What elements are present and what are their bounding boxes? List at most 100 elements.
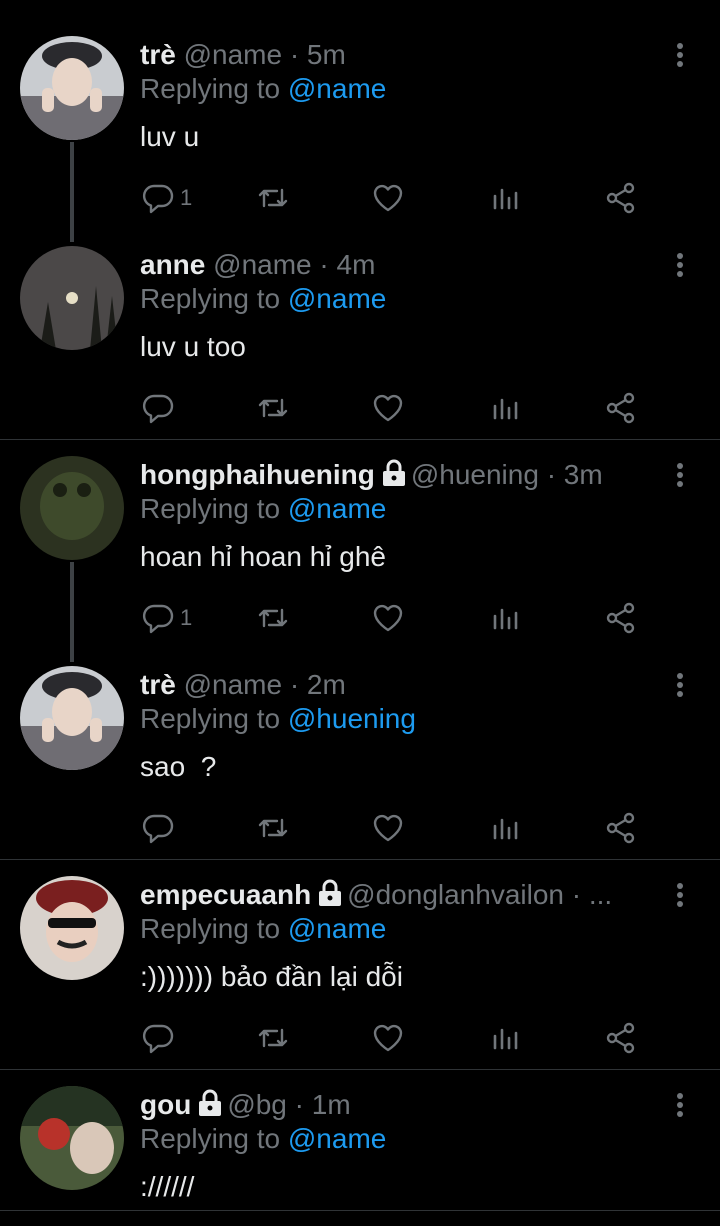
mention-link[interactable]: @name <box>288 73 386 104</box>
tweet-body: empecuaanh @donglanhvailon · ... Replying… <box>140 878 660 994</box>
like-button[interactable] <box>372 598 404 638</box>
replying-to-label: Replying to <box>140 283 281 314</box>
share-button[interactable] <box>604 388 638 428</box>
handle[interactable]: @name <box>184 669 282 700</box>
analytics-icon <box>493 188 518 210</box>
more-vertical-icon[interactable] <box>670 1090 690 1120</box>
like-button[interactable] <box>372 178 404 218</box>
handle[interactable]: @huening <box>411 459 539 490</box>
mention-link[interactable]: @name <box>288 913 386 944</box>
analytics-icon <box>493 1028 518 1050</box>
timestamp[interactable]: · 2m <box>290 669 346 700</box>
timestamp[interactable]: · 4m <box>319 249 375 280</box>
tweet-body: trè @name · 2m Replying to @huening sao … <box>140 668 660 784</box>
replying-to-label: Replying to <box>140 1123 281 1154</box>
reply-button[interactable] <box>142 808 180 848</box>
more-vertical-icon[interactable] <box>670 460 690 490</box>
mention-link[interactable]: @name <box>288 493 386 524</box>
avatar[interactable] <box>20 876 124 980</box>
timestamp[interactable]: · ... <box>572 879 612 910</box>
reply-icon <box>142 604 174 634</box>
display-name[interactable]: trè <box>140 669 176 700</box>
analytics-button[interactable] <box>490 1018 522 1058</box>
analytics-button[interactable] <box>490 598 522 638</box>
tweet[interactable]: anne @name · 4m Replying to @name luv u … <box>0 246 720 440</box>
tweet-text: hoan hỉ hoan hỉ ghê <box>140 541 386 572</box>
reply-button[interactable]: 1 <box>142 178 192 218</box>
more-vertical-icon[interactable] <box>670 670 690 700</box>
avatar[interactable] <box>20 666 124 770</box>
heart-icon <box>373 1024 403 1052</box>
tweet-text: :////// <box>140 1171 195 1202</box>
display-name[interactable]: gou <box>140 1089 191 1120</box>
tweet-text: luv u too <box>140 331 246 362</box>
share-button[interactable] <box>604 808 638 848</box>
replying-to: Replying to @huening <box>140 702 660 736</box>
like-button[interactable] <box>372 388 404 428</box>
mention-link[interactable]: @name <box>288 283 386 314</box>
reply-button[interactable]: 1 <box>142 598 192 638</box>
retweet-button[interactable] <box>256 178 290 218</box>
replying-to: Replying to @name <box>140 282 660 316</box>
tweet[interactable]: hongphaihuening @huening · 3m Replying to… <box>0 456 720 666</box>
replying-to-label: Replying to <box>140 703 281 734</box>
mention-link[interactable]: @huening <box>288 703 416 734</box>
lock-icon <box>199 1089 222 1116</box>
tweet-actions <box>140 388 640 428</box>
avatar[interactable] <box>20 456 124 560</box>
share-button[interactable] <box>604 1018 638 1058</box>
divider <box>0 1069 720 1070</box>
avatar[interactable] <box>20 246 124 350</box>
share-icon <box>606 392 635 424</box>
replying-to: Replying to @name <box>140 912 660 946</box>
handle[interactable]: @donglanhvailon <box>347 879 564 910</box>
handle[interactable]: @bg <box>227 1089 287 1120</box>
thread-connector <box>70 562 74 662</box>
display-name[interactable]: hongphaihuening <box>140 459 375 490</box>
tweet[interactable]: gou @bg · 1m Replying to @name :////// <box>0 1086 720 1226</box>
more-vertical-icon[interactable] <box>670 40 690 70</box>
mention-link[interactable]: @name <box>288 1123 386 1154</box>
avatar[interactable] <box>20 1086 124 1190</box>
handle[interactable]: @name <box>184 39 282 70</box>
display-name[interactable]: anne <box>140 249 205 280</box>
share-button[interactable] <box>604 598 638 638</box>
replying-to-label: Replying to <box>140 913 281 944</box>
tweet[interactable]: trè @name · 5m Replying to @name luv u 1 <box>0 36 720 246</box>
heart-icon <box>373 394 403 422</box>
analytics-icon <box>493 818 518 840</box>
like-button[interactable] <box>372 1018 404 1058</box>
retweet-button[interactable] <box>256 388 290 428</box>
heart-icon <box>373 814 403 842</box>
reply-button[interactable] <box>142 1018 180 1058</box>
more-vertical-icon[interactable] <box>670 880 690 910</box>
share-button[interactable] <box>604 178 638 218</box>
timestamp[interactable]: · 3m <box>547 459 603 490</box>
reply-count: 1 <box>180 605 193 630</box>
reply-count: 1 <box>180 185 193 210</box>
timestamp[interactable]: · 5m <box>290 39 346 70</box>
display-name[interactable]: trè <box>140 39 176 70</box>
tweet-header: empecuaanh @donglanhvailon · ... <box>140 878 660 912</box>
lock-icon <box>319 879 342 906</box>
tweet[interactable]: empecuaanh @donglanhvailon · ... Replying… <box>0 876 720 1070</box>
retweet-button[interactable] <box>256 808 290 848</box>
retweet-button[interactable] <box>256 598 290 638</box>
reply-button[interactable] <box>142 388 180 428</box>
reply-icon <box>142 394 174 424</box>
retweet-button[interactable] <box>256 1018 290 1058</box>
tweet-actions: 1 <box>140 598 640 638</box>
display-name[interactable]: empecuaanh <box>140 879 311 910</box>
retweet-icon <box>258 188 288 208</box>
analytics-button[interactable] <box>490 388 522 428</box>
handle[interactable]: @name <box>213 249 311 280</box>
like-button[interactable] <box>372 808 404 848</box>
timestamp[interactable]: · 1m <box>295 1089 351 1120</box>
analytics-button[interactable] <box>490 808 522 848</box>
tweet[interactable]: trè @name · 2m Replying to @huening sao … <box>0 666 720 860</box>
more-vertical-icon[interactable] <box>670 250 690 280</box>
tweet-text: :))))))) bảo đần lại dỗi <box>140 961 403 992</box>
tweet-text: sao ? <box>140 751 217 782</box>
avatar[interactable] <box>20 36 124 140</box>
analytics-button[interactable] <box>490 178 522 218</box>
